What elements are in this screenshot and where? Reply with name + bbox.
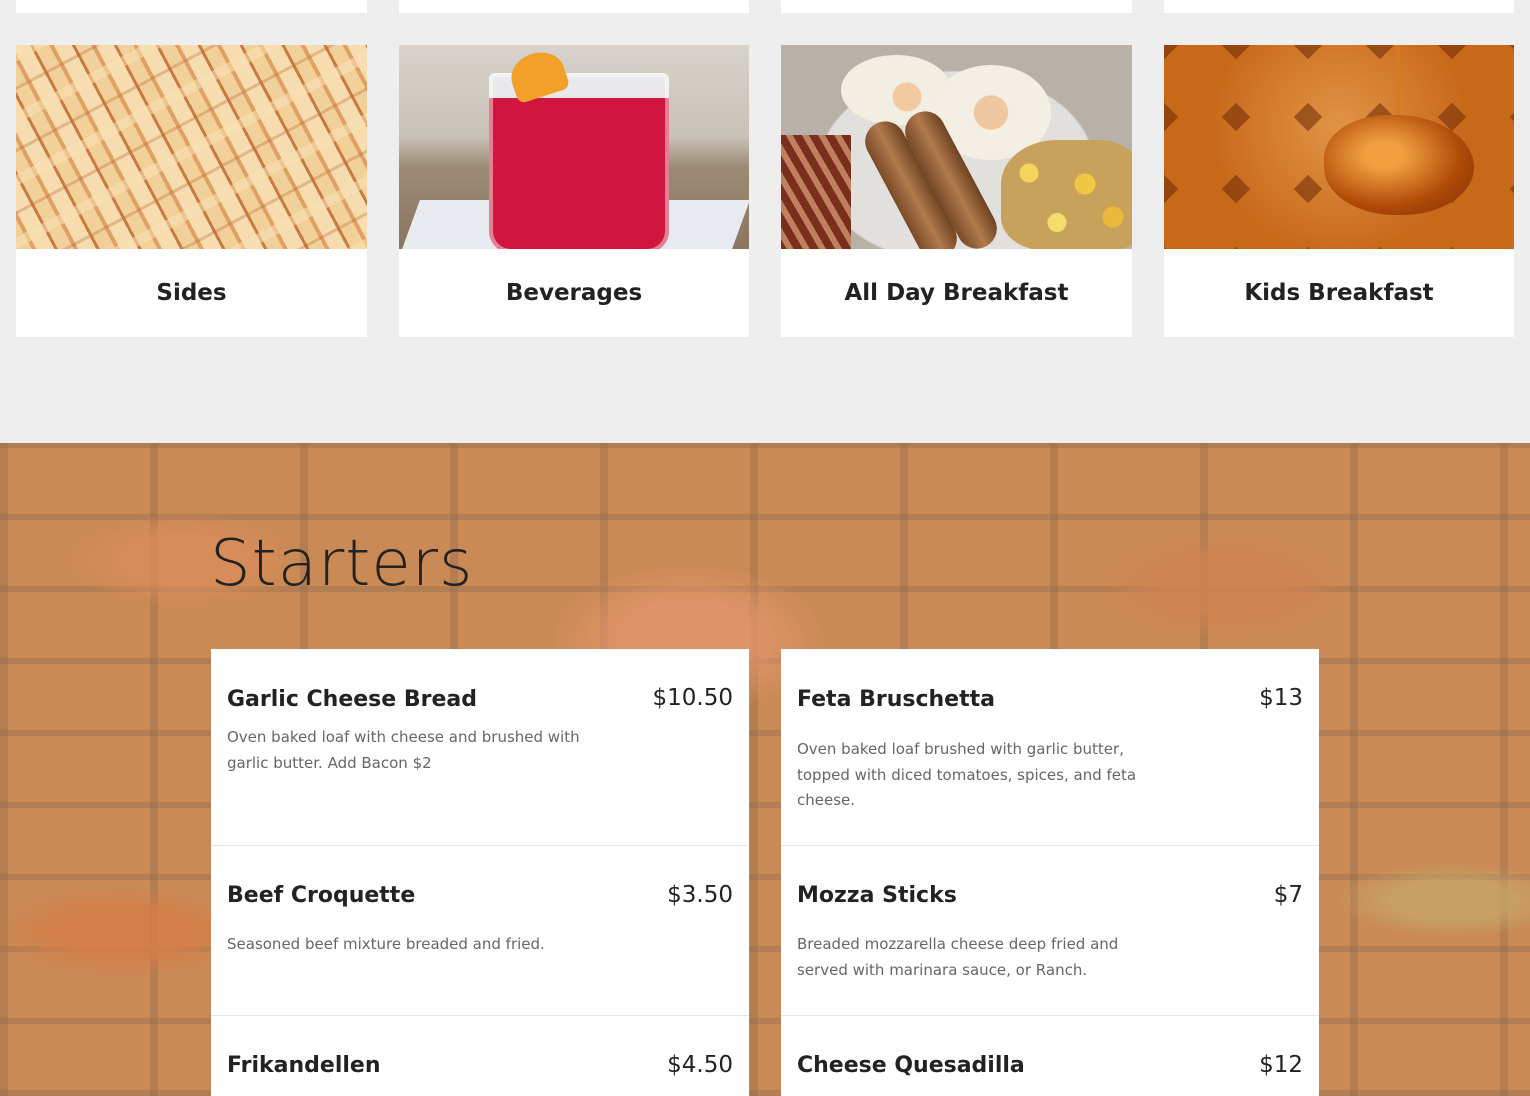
item-price: $13 (1259, 685, 1303, 711)
item-name: Frikandellen (227, 1053, 381, 1078)
sides-image (16, 45, 367, 249)
menu-item[interactable]: Cheese Quesadilla $12 (781, 1016, 1319, 1096)
item-price: $10.50 (652, 685, 733, 711)
menu-item[interactable]: Frikandellen $4.50 (211, 1016, 749, 1096)
item-name: Cheese Quesadilla (797, 1053, 1025, 1078)
item-price: $3.50 (667, 882, 733, 908)
category-card-kids-breakfast[interactable]: Kids Breakfast (1164, 45, 1514, 337)
item-description: Seasoned beef mixture breaded and fried. (227, 935, 545, 953)
beverages-image (399, 45, 749, 249)
category-label: Sides (156, 280, 227, 306)
item-name: Feta Bruschetta (797, 687, 995, 712)
starters-right-column: Feta Bruschetta $13 Oven baked loaf brus… (781, 649, 1319, 1096)
starters-left-column: Garlic Cheese Bread $10.50 Oven baked lo… (211, 649, 749, 1096)
category-card-sides[interactable]: Sides (16, 45, 367, 337)
category-card-partial[interactable] (16, 0, 367, 13)
item-description: Oven baked loaf brushed with garlic butt… (797, 740, 1137, 809)
category-card-beverages[interactable]: Beverages (399, 45, 749, 337)
category-card-partial[interactable] (1164, 0, 1514, 13)
category-label: Kids Breakfast (1244, 280, 1434, 306)
category-card-all-day-breakfast[interactable]: All Day Breakfast (781, 45, 1132, 337)
item-price: $12 (1259, 1052, 1303, 1078)
starters-section: Starters Garlic Cheese Bread $10.50 Oven… (0, 443, 1530, 1096)
item-description: Breaded mozzarella cheese deep fried and… (797, 935, 1119, 979)
item-name: Mozza Sticks (797, 883, 957, 908)
breakfast-image (781, 45, 1132, 249)
item-price: $4.50 (667, 1052, 733, 1078)
menu-item[interactable]: Mozza Sticks $7 Breaded mozzarella chees… (781, 846, 1319, 1016)
previous-category-row (0, 0, 1530, 14)
menu-item[interactable]: Beef Croquette $3.50 Seasoned beef mixtu… (211, 846, 749, 1016)
category-label: Beverages (505, 280, 643, 306)
menu-item[interactable]: Feta Bruschetta $13 Oven baked loaf brus… (781, 649, 1319, 846)
category-card-partial[interactable] (781, 0, 1132, 13)
item-name: Beef Croquette (227, 883, 416, 908)
kids-breakfast-image (1164, 45, 1514, 249)
category-card-partial[interactable] (399, 0, 749, 13)
item-name: Garlic Cheese Bread (227, 687, 477, 712)
item-price: $7 (1273, 882, 1303, 908)
item-description: Oven baked loaf with cheese and brushed … (227, 728, 580, 772)
category-label: All Day Breakfast (844, 280, 1069, 306)
section-title: Starters (210, 527, 474, 601)
menu-item[interactable]: Garlic Cheese Bread $10.50 Oven baked lo… (211, 649, 749, 846)
